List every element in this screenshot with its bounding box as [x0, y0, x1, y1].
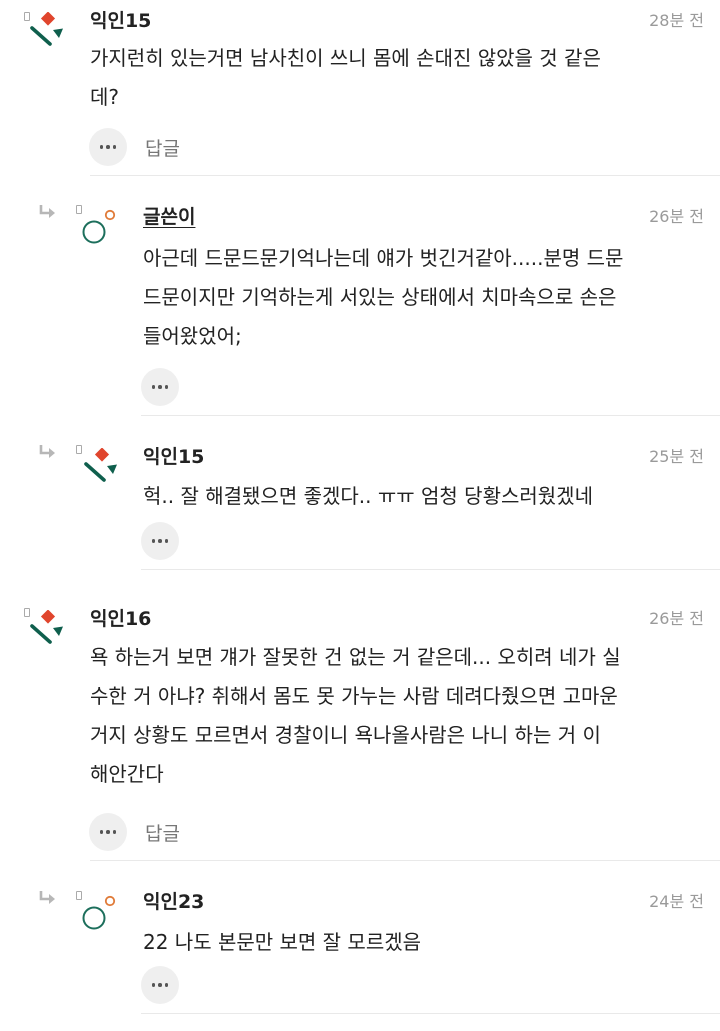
comment-line: 들어왔었어;: [143, 324, 242, 348]
more-options-button[interactable]: [141, 368, 179, 406]
red-diamond-green-slash-avatar[interactable]: [24, 610, 68, 654]
green-circle-orange-dot-avatar[interactable]: [80, 206, 124, 250]
comment-text: 22 나도 본문만 보면 잘 모르겠음: [143, 923, 713, 962]
red-diamond-green-slash-avatar[interactable]: [78, 448, 122, 492]
comment-item: 익인15 28분 전 가지런히 있는거면 남사친이 쓰니 몸에 손대진 않았을 …: [0, 0, 720, 176]
comment-line: 거지 상황도 모르면서 경찰이니 욕나올사람은 나니 하는 거 이: [90, 723, 601, 747]
comment-line: 헉.. 잘 해결됐으면 좋겠다.. ㅠㅠ 엄청 당황스러웠겠네: [143, 484, 593, 508]
comment-line: 가지런히 있는거면 남사친이 쓰니 몸에 손대진 않았을 것 같은: [90, 46, 601, 70]
comment-item: 익인16 26분 전 욕 하는거 보면 걔가 잘못한 건 없는 거 같은데...…: [0, 598, 720, 861]
comment-line: 해안간다: [90, 762, 164, 786]
comment-divider: [90, 860, 720, 861]
author-nickname[interactable]: 글쓴이: [143, 202, 195, 229]
reply-item: 익인23 24분 전 22 나도 본문만 보면 잘 모르겠음: [0, 862, 720, 1031]
nickname[interactable]: 익인15: [90, 6, 151, 33]
reply-arrow-icon: [39, 204, 56, 220]
timestamp: 26분 전: [649, 609, 704, 628]
more-options-button[interactable]: [141, 522, 179, 560]
timestamp: 26분 전: [649, 207, 704, 226]
reply-arrow-icon: [39, 890, 56, 906]
comment-line: 드문이지만 기억하는게 서있는 상태에서 치마속으로 손은: [143, 285, 617, 309]
nickname[interactable]: 익인15: [143, 442, 204, 469]
comment-divider: [141, 1013, 720, 1014]
comment-divider: [141, 569, 720, 570]
comment-text: 가지런히 있는거면 남사친이 쓰니 몸에 손대진 않았을 것 같은 데?: [90, 39, 710, 117]
comment-line: 아근데 드문드문기억나는데 얘가 벗긴거같아.....분명 드문: [143, 246, 624, 270]
reply-button[interactable]: 답글: [145, 134, 180, 161]
comment-text: 아근데 드문드문기억나는데 얘가 벗긴거같아.....분명 드문 드문이지만 기…: [143, 239, 713, 356]
comment-text: 헉.. 잘 해결됐으면 좋겠다.. ㅠㅠ 엄청 당황스러웠겠네: [143, 477, 713, 516]
comment-text: 욕 하는거 보면 걔가 잘못한 건 없는 거 같은데... 오히려 네가 실 수…: [90, 638, 715, 794]
comment-line: 22 나도 본문만 보면 잘 모르겠음: [143, 930, 422, 954]
timestamp: 25분 전: [649, 447, 704, 466]
reply-button[interactable]: 답글: [145, 819, 180, 846]
more-options-button[interactable]: [89, 128, 127, 166]
comment-line: 데?: [90, 85, 120, 109]
green-circle-orange-dot-avatar[interactable]: [80, 892, 124, 936]
red-diamond-green-slash-avatar[interactable]: [24, 12, 68, 56]
nickname[interactable]: 익인23: [143, 887, 204, 914]
reply-item: 글쓴이 26분 전 아근데 드문드문기억나는데 얘가 벗긴거같아.....분명 …: [0, 176, 720, 416]
timestamp: 24분 전: [649, 892, 704, 911]
timestamp: 28분 전: [649, 11, 704, 30]
nickname[interactable]: 익인16: [90, 604, 151, 631]
more-options-button[interactable]: [89, 813, 127, 851]
more-options-button[interactable]: [141, 966, 179, 1004]
comment-line: 수한 거 아냐? 취해서 몸도 못 가누는 사람 데려다줬으면 고마운: [90, 684, 618, 708]
reply-arrow-icon: [39, 444, 56, 460]
comment-line: 욕 하는거 보면 걔가 잘못한 건 없는 거 같은데... 오히려 네가 실: [90, 645, 621, 669]
reply-item: 익인15 25분 전 헉.. 잘 해결됐으면 좋겠다.. ㅠㅠ 엄청 당황스러웠…: [0, 416, 720, 576]
